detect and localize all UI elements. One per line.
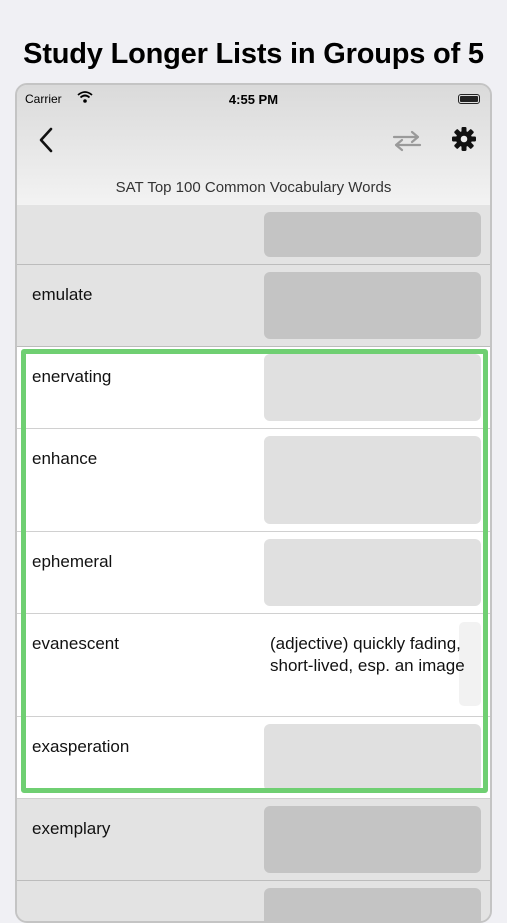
row-word: ephemeral xyxy=(32,552,113,571)
list-title: SAT Top 100 Common Vocabulary Words xyxy=(115,179,392,196)
list-row[interactable] xyxy=(17,205,490,265)
list-row[interactable]: enervating xyxy=(17,347,490,429)
navigation-bar: Carrier 4:55 PM SAT Top 100 Common Vocab… xyxy=(17,85,490,212)
definition-card-hidden[interactable] xyxy=(264,806,481,873)
row-word: exemplary xyxy=(32,819,111,838)
row-word: enervating xyxy=(32,367,112,386)
list-row[interactable]: ephemeral xyxy=(17,532,490,614)
row-word: enhance xyxy=(32,449,98,468)
row-word: evanescent xyxy=(32,634,119,653)
gear-icon[interactable] xyxy=(450,125,478,153)
list-row[interactable]: enhance xyxy=(17,429,490,532)
list-row[interactable] xyxy=(17,881,490,921)
back-chevron-icon[interactable] xyxy=(35,125,59,155)
row-definition[interactable]: (adjective) quickly fading, short-lived,… xyxy=(270,633,474,677)
definition-card-hidden[interactable] xyxy=(264,436,481,524)
row-word: exasperation xyxy=(32,737,130,756)
definition-card-hidden[interactable] xyxy=(264,272,481,339)
list-row[interactable]: emulate xyxy=(17,265,490,347)
battery-icon xyxy=(458,94,480,104)
status-time: 4:55 PM xyxy=(228,92,279,107)
definition-card-hidden[interactable] xyxy=(264,539,481,606)
definition-card-hidden[interactable] xyxy=(264,724,481,791)
list-row[interactable]: exasperation xyxy=(17,717,490,799)
phone-frame: Carrier 4:55 PM SAT Top 100 Common Vocab… xyxy=(15,83,492,923)
swap-arrows-icon[interactable] xyxy=(390,129,424,153)
status-bar: Carrier 4:55 PM xyxy=(17,85,490,113)
list-row[interactable]: evanescent (adjective) quickly fading, s… xyxy=(17,614,490,717)
row-word: emulate xyxy=(32,285,93,304)
definition-card-hidden[interactable] xyxy=(264,888,481,921)
headline: Study Longer Lists in Groups of 5 xyxy=(23,38,484,70)
definition-card-hidden[interactable] xyxy=(264,354,481,421)
list-row[interactable]: exemplary xyxy=(17,799,490,881)
definition-card-hidden[interactable] xyxy=(264,212,481,257)
